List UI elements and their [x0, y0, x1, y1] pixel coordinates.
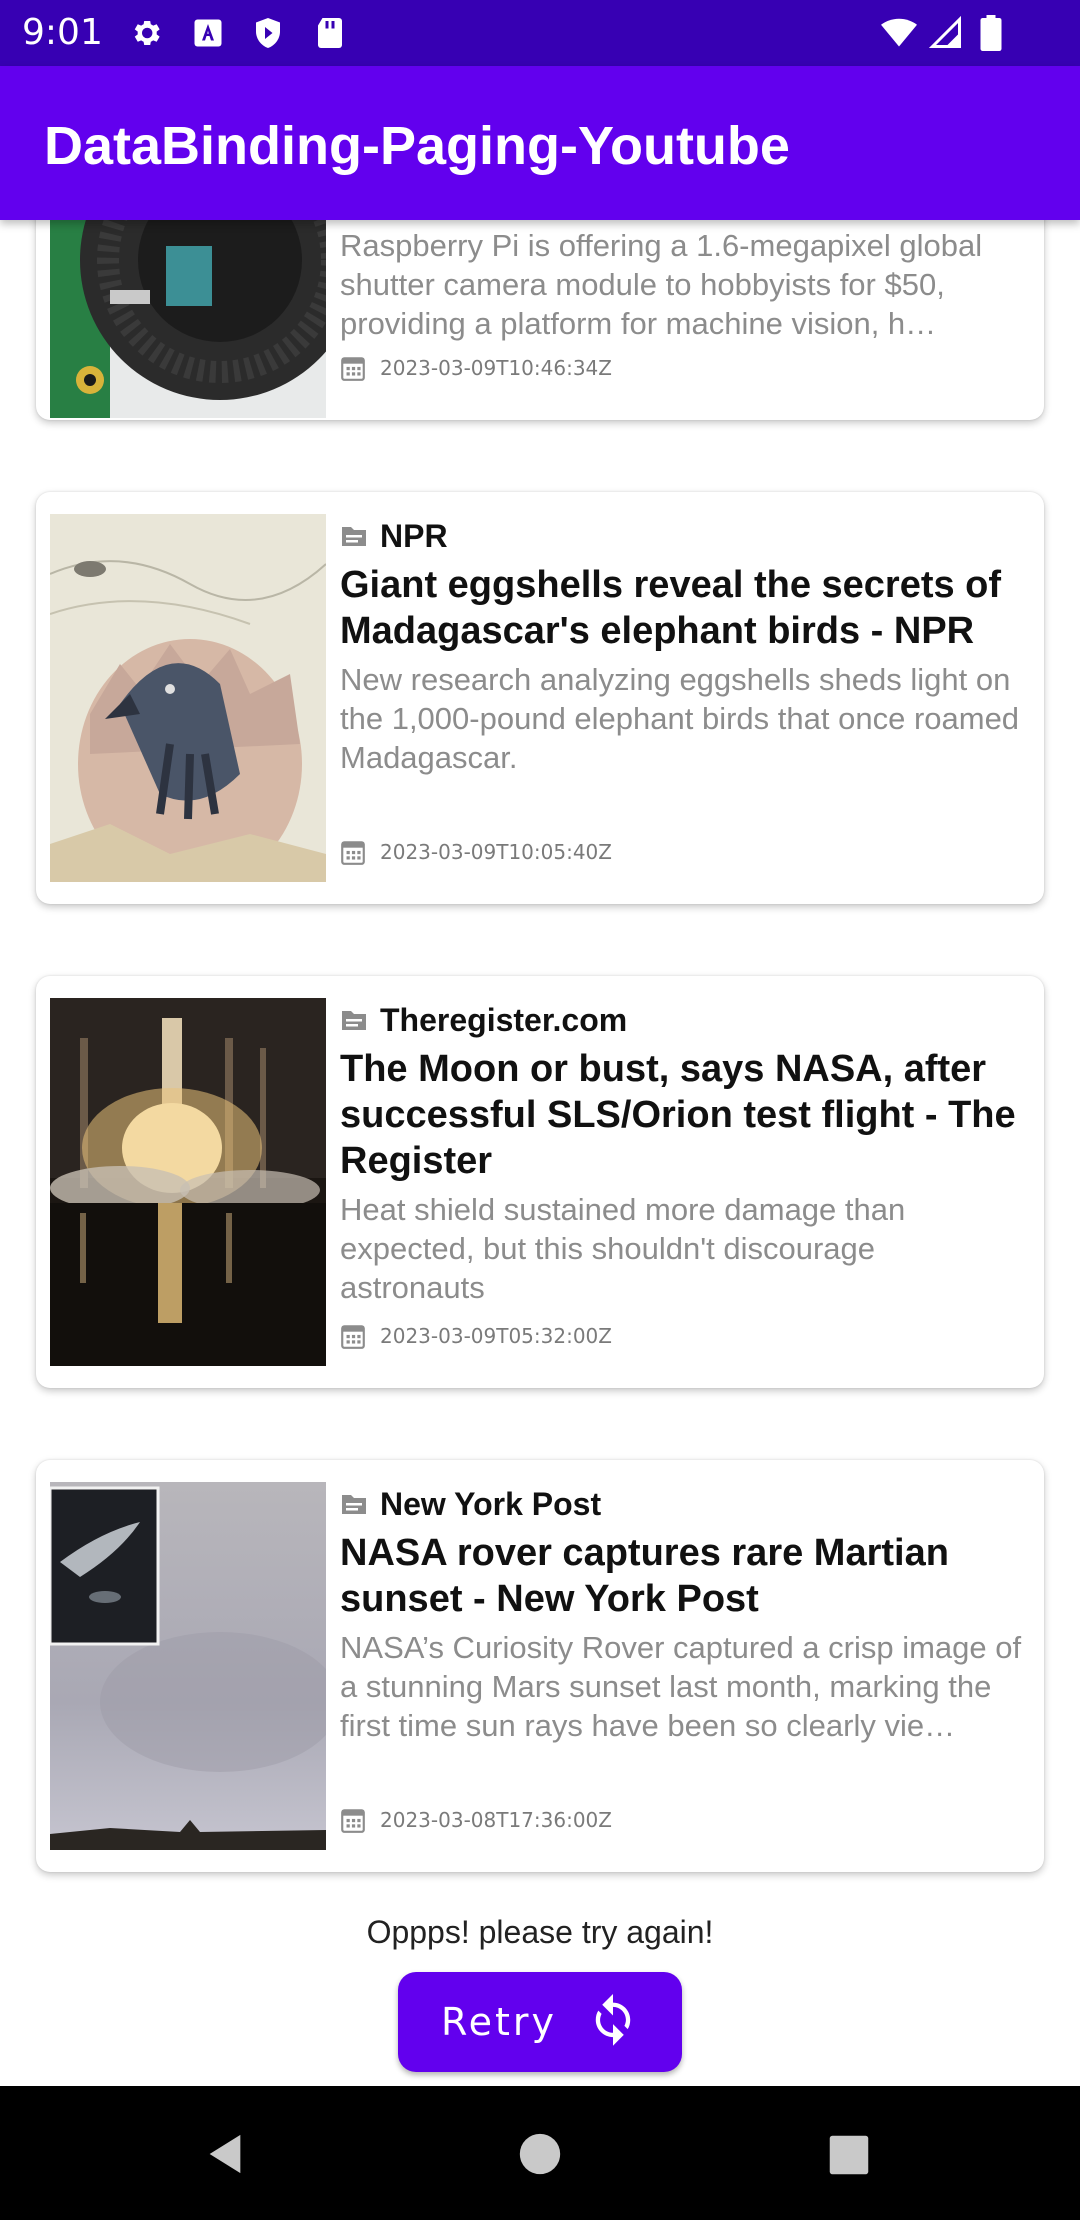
- calendar-icon: [341, 1325, 365, 1349]
- calendar-icon: [341, 357, 365, 381]
- app-bar: DataBinding-Paging-Youtube: [0, 66, 1080, 220]
- folder-icon: [342, 527, 366, 546]
- article-description: NASA’s Curiosity Rover captured a crisp …: [340, 1630, 1022, 1743]
- article-description: Raspberry Pi is offering a 1.6-megapixel…: [340, 228, 983, 341]
- error-message: Oppps! please try again!: [366, 1914, 714, 1950]
- keyboard-a-icon: [194, 19, 222, 47]
- article-date: 2023-03-08T17:36:00Z: [380, 1808, 612, 1832]
- article-thumbnail: [50, 514, 326, 882]
- retry-button[interactable]: Retry: [398, 1972, 682, 2072]
- home-icon[interactable]: [518, 2132, 562, 2176]
- article-title: Giant eggshells reveal the secrets of Ma…: [340, 564, 1002, 652]
- status-time: 9:01: [22, 12, 103, 53]
- load-error-footer: Oppps! please try again! Retry: [0, 1886, 1080, 2086]
- article-info: New York Post NASA rover captures rare M…: [340, 1482, 1022, 1745]
- calendar-icon: [341, 1809, 365, 1833]
- article-info: NPR Giant eggshells reveal the secrets o…: [340, 514, 1022, 777]
- article-title: NASA rover captures rare Martian sunset …: [340, 1532, 949, 1620]
- signal-icon: [928, 15, 961, 48]
- article-list[interactable]: Raspberry Pi is offering a 1.6-megapixel…: [0, 220, 1080, 1886]
- article-card[interactable]: NPR Giant eggshells reveal the secrets o…: [36, 492, 1044, 904]
- article-source: New York Post: [380, 1485, 602, 1522]
- source-row: New York Post: [340, 1482, 1022, 1526]
- back-icon[interactable]: [202, 2130, 248, 2178]
- source-row: NPR: [340, 514, 1022, 558]
- article-date: 2023-03-09T10:46:34Z: [380, 356, 612, 380]
- source-row: Theregister.com: [340, 998, 1022, 1042]
- folder-icon: [342, 1011, 366, 1030]
- article-thumbnail: [50, 220, 326, 418]
- article-date: 2023-03-09T10:05:40Z: [380, 840, 612, 864]
- article-info: Raspberry Pi is offering a 1.6-megapixel…: [340, 220, 1022, 343]
- date-row: 2023-03-08T17:36:00Z: [340, 1806, 612, 1834]
- date-row: 2023-03-09T05:32:00Z: [340, 1322, 612, 1350]
- navigation-bar: [0, 2086, 1080, 2220]
- date-row: 2023-03-09T10:46:34Z: [340, 354, 612, 382]
- article-thumbnail: [50, 1482, 326, 1850]
- article-source: NPR: [380, 517, 448, 554]
- wifi-icon: [881, 18, 917, 47]
- article-date: 2023-03-09T05:32:00Z: [380, 1324, 612, 1348]
- sd-card-icon: [318, 18, 342, 48]
- article-card[interactable]: Theregister.com The Moon or bust, says N…: [36, 976, 1044, 1388]
- recents-icon[interactable]: [828, 2134, 870, 2176]
- battery-icon: [980, 15, 1002, 51]
- retry-label: Retry: [440, 2000, 558, 2044]
- app-title: DataBinding-Paging-Youtube: [44, 116, 790, 176]
- article-thumbnail: [50, 998, 326, 1366]
- folder-icon: [342, 1495, 366, 1514]
- date-row: 2023-03-09T10:05:40Z: [340, 838, 612, 866]
- shield-icon: [256, 18, 280, 48]
- settings-icon: [134, 21, 160, 46]
- article-source: Theregister.com: [380, 1001, 628, 1038]
- article-card[interactable]: New York Post NASA rover captures rare M…: [36, 1460, 1044, 1872]
- article-description: New research analyzing eggshells sheds l…: [340, 662, 1020, 775]
- article-card[interactable]: Raspberry Pi is offering a 1.6-megapixel…: [36, 220, 1044, 420]
- article-title: The Moon or bust, says NASA, after succe…: [340, 1048, 1016, 1182]
- refresh-icon: [595, 1994, 631, 2046]
- article-info: Theregister.com The Moon or bust, says N…: [340, 998, 1022, 1307]
- status-bar: 9:01: [0, 0, 1080, 66]
- article-description: Heat shield sustained more damage than e…: [340, 1192, 906, 1305]
- calendar-icon: [341, 841, 365, 865]
